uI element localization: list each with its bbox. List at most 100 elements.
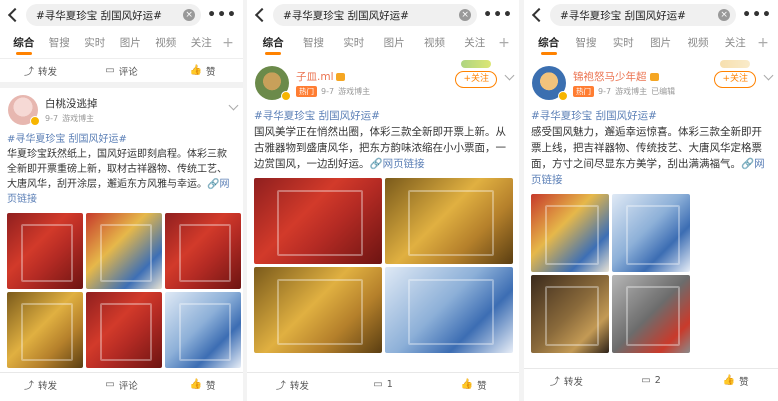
- post-image[interactable]: [531, 275, 609, 353]
- hot-badge: 热门: [296, 86, 317, 97]
- like-button[interactable]: 👍 赞: [428, 378, 519, 392]
- tab-realtime[interactable]: 实时: [334, 30, 374, 58]
- tab-comprehensive[interactable]: 综合: [6, 30, 42, 58]
- add-tab-icon[interactable]: +: [754, 30, 772, 58]
- search-input[interactable]: #寻华夏珍宝 刮国风好运# ×: [273, 4, 478, 26]
- search-input[interactable]: #寻华夏珍宝 刮国风好运# ×: [550, 4, 737, 26]
- tab-realtime[interactable]: 实时: [77, 30, 113, 58]
- post-image[interactable]: [612, 275, 690, 353]
- repost-button[interactable]: ⤴ 转发: [247, 377, 338, 393]
- repost-icon: ⤴: [23, 67, 34, 78]
- user-role: 游戏博主: [62, 114, 95, 123]
- comment-icon: ▭: [105, 65, 115, 76]
- top-bar: #寻华夏珍宝 刮国风好运# × •••: [0, 0, 243, 30]
- avatar[interactable]: [532, 66, 568, 101]
- card-decoration: [461, 60, 491, 68]
- avatar[interactable]: [8, 95, 40, 126]
- post-text: #寻华夏珍宝 刮国风好运# 华夏珍宝跃然纸上，国风好运即刻启程。体彩三款全新即开…: [0, 132, 243, 207]
- tab-images[interactable]: 图片: [374, 30, 414, 58]
- follow-button[interactable]: +关注: [714, 71, 756, 88]
- comment-button[interactable]: ▭ 2: [609, 375, 694, 386]
- more-icon[interactable]: •••: [207, 7, 237, 23]
- tab-videos[interactable]: 视频: [414, 30, 454, 58]
- back-arrow-icon[interactable]: [254, 7, 270, 23]
- add-tab-icon[interactable]: +: [495, 30, 513, 58]
- tab-images[interactable]: 图片: [642, 30, 679, 58]
- verified-badge-icon: [281, 91, 291, 101]
- user-name[interactable]: 白桃没逃掉: [45, 96, 98, 111]
- tab-smart-search[interactable]: 智搜: [567, 30, 604, 58]
- tab-smart-search[interactable]: 智搜: [293, 30, 333, 58]
- post-image[interactable]: [531, 194, 609, 272]
- web-link[interactable]: 网页链接: [383, 158, 425, 170]
- comment-icon: ▭: [641, 375, 651, 386]
- post-image[interactable]: [254, 178, 382, 264]
- add-tab-icon[interactable]: +: [219, 30, 237, 58]
- post-actions: ⤴ 转发 ▭ 2 👍 赞: [524, 368, 778, 392]
- repost-button[interactable]: ⤴ 转发: [0, 377, 81, 393]
- card-decoration: [720, 60, 750, 68]
- tab-following[interactable]: 关注: [184, 30, 220, 58]
- back-arrow-icon[interactable]: [531, 7, 547, 23]
- post-image[interactable]: [165, 213, 241, 289]
- repost-button[interactable]: ⤴ 转发: [0, 63, 81, 79]
- like-button[interactable]: 👍 赞: [162, 378, 243, 392]
- chevron-down-icon[interactable]: [228, 100, 239, 111]
- repost-icon: ⤴: [275, 381, 286, 392]
- like-button[interactable]: 👍 赞: [693, 374, 778, 388]
- post-image[interactable]: [7, 213, 83, 289]
- link-icon: 🔗: [369, 158, 383, 170]
- post-header: 锦袍怒马少年超 热门 9-7 游戏博主 已编辑 +关注: [524, 58, 778, 108]
- user-name[interactable]: 子皿.ml: [296, 69, 333, 84]
- tab-comprehensive[interactable]: 综合: [530, 30, 567, 58]
- tab-videos[interactable]: 视频: [148, 30, 184, 58]
- tab-realtime[interactable]: 实时: [605, 30, 642, 58]
- tab-following[interactable]: 关注: [455, 30, 495, 58]
- post-image[interactable]: [385, 178, 513, 264]
- post-image[interactable]: [86, 213, 162, 289]
- clear-icon[interactable]: ×: [459, 9, 472, 21]
- post-body: 感受国风魅力，邂逅幸运惊喜。体彩三款全新即开票上线，把吉祥器物、传统技艺、大唐风…: [531, 126, 762, 170]
- hashtag-link[interactable]: #寻华夏珍宝 刮国风好运#: [254, 110, 380, 122]
- comment-button[interactable]: ▭ 评论: [81, 64, 162, 78]
- hashtag-link[interactable]: #寻华夏珍宝 刮国风好运#: [7, 134, 127, 145]
- screen-1: #寻华夏珍宝 刮国风好运# × ••• 综合 智搜 实时 图片 视频 关注 + …: [0, 0, 243, 401]
- post-date: 9-7: [598, 87, 612, 96]
- chevron-down-icon[interactable]: [504, 70, 515, 81]
- more-icon[interactable]: •••: [483, 7, 513, 23]
- more-icon[interactable]: •••: [742, 7, 772, 23]
- post-image[interactable]: [86, 292, 162, 368]
- comment-button[interactable]: ▭ 评论: [81, 378, 162, 392]
- post-image[interactable]: [612, 194, 690, 272]
- comment-icon: ▭: [105, 379, 115, 390]
- tab-following[interactable]: 关注: [717, 30, 754, 58]
- clear-icon[interactable]: ×: [718, 9, 731, 21]
- post-actions: ⤴ 转发 ▭ 评论 👍 赞: [0, 372, 243, 396]
- post-image[interactable]: [385, 267, 513, 353]
- comment-button[interactable]: ▭ 1: [338, 379, 429, 390]
- like-label: 赞: [205, 380, 216, 392]
- avatar[interactable]: [255, 66, 291, 101]
- post-header: 子皿.ml 热门 9-7 游戏博主 +关注: [247, 58, 519, 108]
- tab-smart-search[interactable]: 智搜: [42, 30, 78, 58]
- tab-videos[interactable]: 视频: [679, 30, 716, 58]
- post-image[interactable]: [7, 292, 83, 368]
- tab-images[interactable]: 图片: [113, 30, 149, 58]
- comment-count: 2: [654, 375, 661, 386]
- like-button[interactable]: 👍 赞: [162, 64, 243, 78]
- repost-icon: ⤴: [549, 377, 560, 388]
- image-grid: [524, 188, 778, 353]
- follow-button[interactable]: +关注: [455, 71, 497, 88]
- repost-button[interactable]: ⤴ 转发: [524, 373, 609, 389]
- like-icon: 👍: [189, 379, 202, 390]
- repost-label: 转发: [37, 380, 57, 392]
- post-image[interactable]: [254, 267, 382, 353]
- user-name[interactable]: 锦袍怒马少年超: [573, 69, 647, 84]
- tab-comprehensive[interactable]: 综合: [253, 30, 293, 58]
- clear-icon[interactable]: ×: [183, 9, 196, 21]
- chevron-down-icon[interactable]: [763, 70, 774, 81]
- hashtag-link[interactable]: #寻华夏珍宝 刮国风好运#: [531, 110, 657, 122]
- post-image[interactable]: [165, 292, 241, 368]
- search-input[interactable]: #寻华夏珍宝 刮国风好运# ×: [26, 4, 202, 26]
- back-arrow-icon[interactable]: [7, 7, 23, 23]
